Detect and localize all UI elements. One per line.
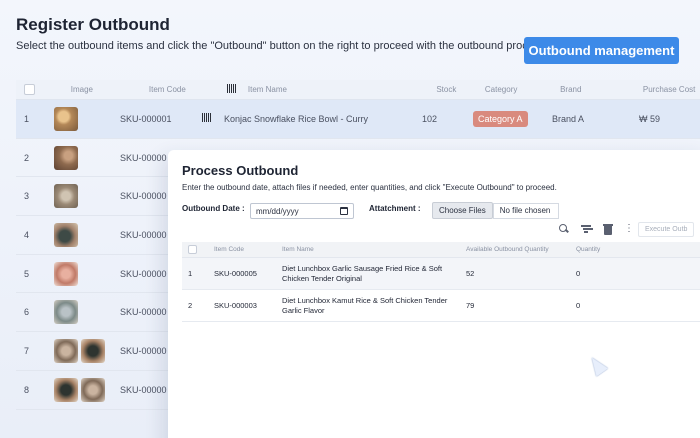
col-item-code: Item Code xyxy=(214,246,244,253)
outbound-table-header: Item Code Item Name Available Outbound Q… xyxy=(182,242,700,258)
product-image xyxy=(54,300,78,325)
modal-title: Process Outbound xyxy=(182,163,299,178)
item-name: Konjac Snowflake Rice Bowl - Curry xyxy=(224,113,369,124)
barcode-icon xyxy=(226,84,237,93)
attachment-label: Attatchment : xyxy=(369,204,421,213)
row-number: 2 xyxy=(188,301,193,310)
item-brand: Brand A xyxy=(552,113,585,124)
item-code: SKU-000005 xyxy=(214,269,257,278)
col-item-code: Item Code xyxy=(148,85,186,94)
row-number: 3 xyxy=(24,191,30,202)
col-stock: Stock xyxy=(436,85,457,94)
trash-icon[interactable] xyxy=(602,223,614,235)
item-price: ₩ 59 xyxy=(639,113,661,124)
product-image xyxy=(54,338,78,363)
date-placeholder: mm/dd/yyyy xyxy=(256,206,299,216)
row-number: 2 xyxy=(24,152,30,163)
select-all-checkbox[interactable] xyxy=(24,84,35,95)
table-row[interactable]: 1 SKU-000005 Diet Lunchbox Garlic Sausag… xyxy=(182,258,700,290)
row-number: 4 xyxy=(24,229,30,240)
execute-outbound-button[interactable]: Execute Outb xyxy=(638,221,695,237)
product-image xyxy=(54,184,78,209)
col-item-name: Item Name xyxy=(282,245,314,253)
file-input[interactable]: Choose Files No file chosen xyxy=(432,202,560,219)
item-code: SKU-000001 xyxy=(120,113,172,124)
page-background: Register Outbound Select the outbound it… xyxy=(0,0,700,438)
item-stock: 102 xyxy=(422,113,438,124)
col-available-quantity: Available Outbound Quantity xyxy=(466,246,549,253)
modal-description: Enter the outbound date, attach files if… xyxy=(182,183,557,192)
item-name: Diet Lunchbox Garlic Sausage Fried Rice … xyxy=(282,263,443,283)
col-category: Category xyxy=(484,85,518,94)
more-icon[interactable]: ⋮ xyxy=(624,224,634,234)
outbound-items-table: Item Code Item Name Available Outbound Q… xyxy=(182,242,700,322)
outbound-date-input[interactable]: mm/dd/yyyy xyxy=(250,203,354,219)
available-quantity: 79 xyxy=(466,301,475,310)
row-number: 8 xyxy=(24,384,30,395)
row-number: 7 xyxy=(24,345,30,356)
row-number: 6 xyxy=(24,307,30,318)
modal-toolbar: ⋮ Execute Outb xyxy=(558,221,695,237)
calendar-icon[interactable] xyxy=(340,207,348,215)
col-item-name: Item Name xyxy=(247,85,287,94)
available-quantity: 52 xyxy=(466,269,475,278)
items-table-header: Image Item Code Item Name Stock Category… xyxy=(16,80,700,100)
page-subtitle: Select the outbound items and click the … xyxy=(16,40,548,52)
product-image xyxy=(54,222,78,247)
product-image xyxy=(54,106,78,131)
col-brand: Brand xyxy=(560,85,582,94)
outbound-date-label: Outbound Date : xyxy=(182,204,245,213)
col-image: Image xyxy=(70,85,93,94)
page-title: Register Outbound xyxy=(16,15,170,34)
product-image xyxy=(81,338,105,363)
product-image xyxy=(54,261,78,286)
choose-files-button[interactable]: Choose Files xyxy=(432,202,493,219)
item-name: Diet Lunchbox Kamut Rice & Soft Chicken … xyxy=(282,295,448,315)
select-all-checkbox[interactable] xyxy=(188,245,197,254)
quantity-input[interactable]: 0 xyxy=(576,269,676,278)
col-quantity: Quantity xyxy=(576,246,601,253)
product-image xyxy=(54,145,78,170)
row-number: 1 xyxy=(188,269,193,278)
process-outbound-modal: Process Outbound Enter the outbound date… xyxy=(168,150,700,438)
product-image xyxy=(81,377,105,402)
category-badge: Category A xyxy=(473,110,528,127)
quantity-input[interactable]: 0 xyxy=(576,301,676,310)
table-row[interactable]: 1 SKU-000001 Konjac Snowflake Rice Bowl … xyxy=(16,100,700,139)
table-row[interactable]: 2 SKU-000003 Diet Lunchbox Kamut Rice & … xyxy=(182,290,700,322)
search-icon[interactable] xyxy=(558,223,570,235)
file-status: No file chosen xyxy=(492,202,560,219)
row-number: 1 xyxy=(24,113,30,124)
item-code: SKU-000003 xyxy=(214,301,257,310)
product-image xyxy=(54,377,78,402)
barcode-icon[interactable] xyxy=(202,113,212,123)
col-purchase-cost: Purchase Cost xyxy=(642,85,696,94)
outbound-management-button[interactable]: Outbound management xyxy=(524,37,679,64)
filter-icon[interactable] xyxy=(580,223,592,235)
row-number: 5 xyxy=(24,268,30,279)
